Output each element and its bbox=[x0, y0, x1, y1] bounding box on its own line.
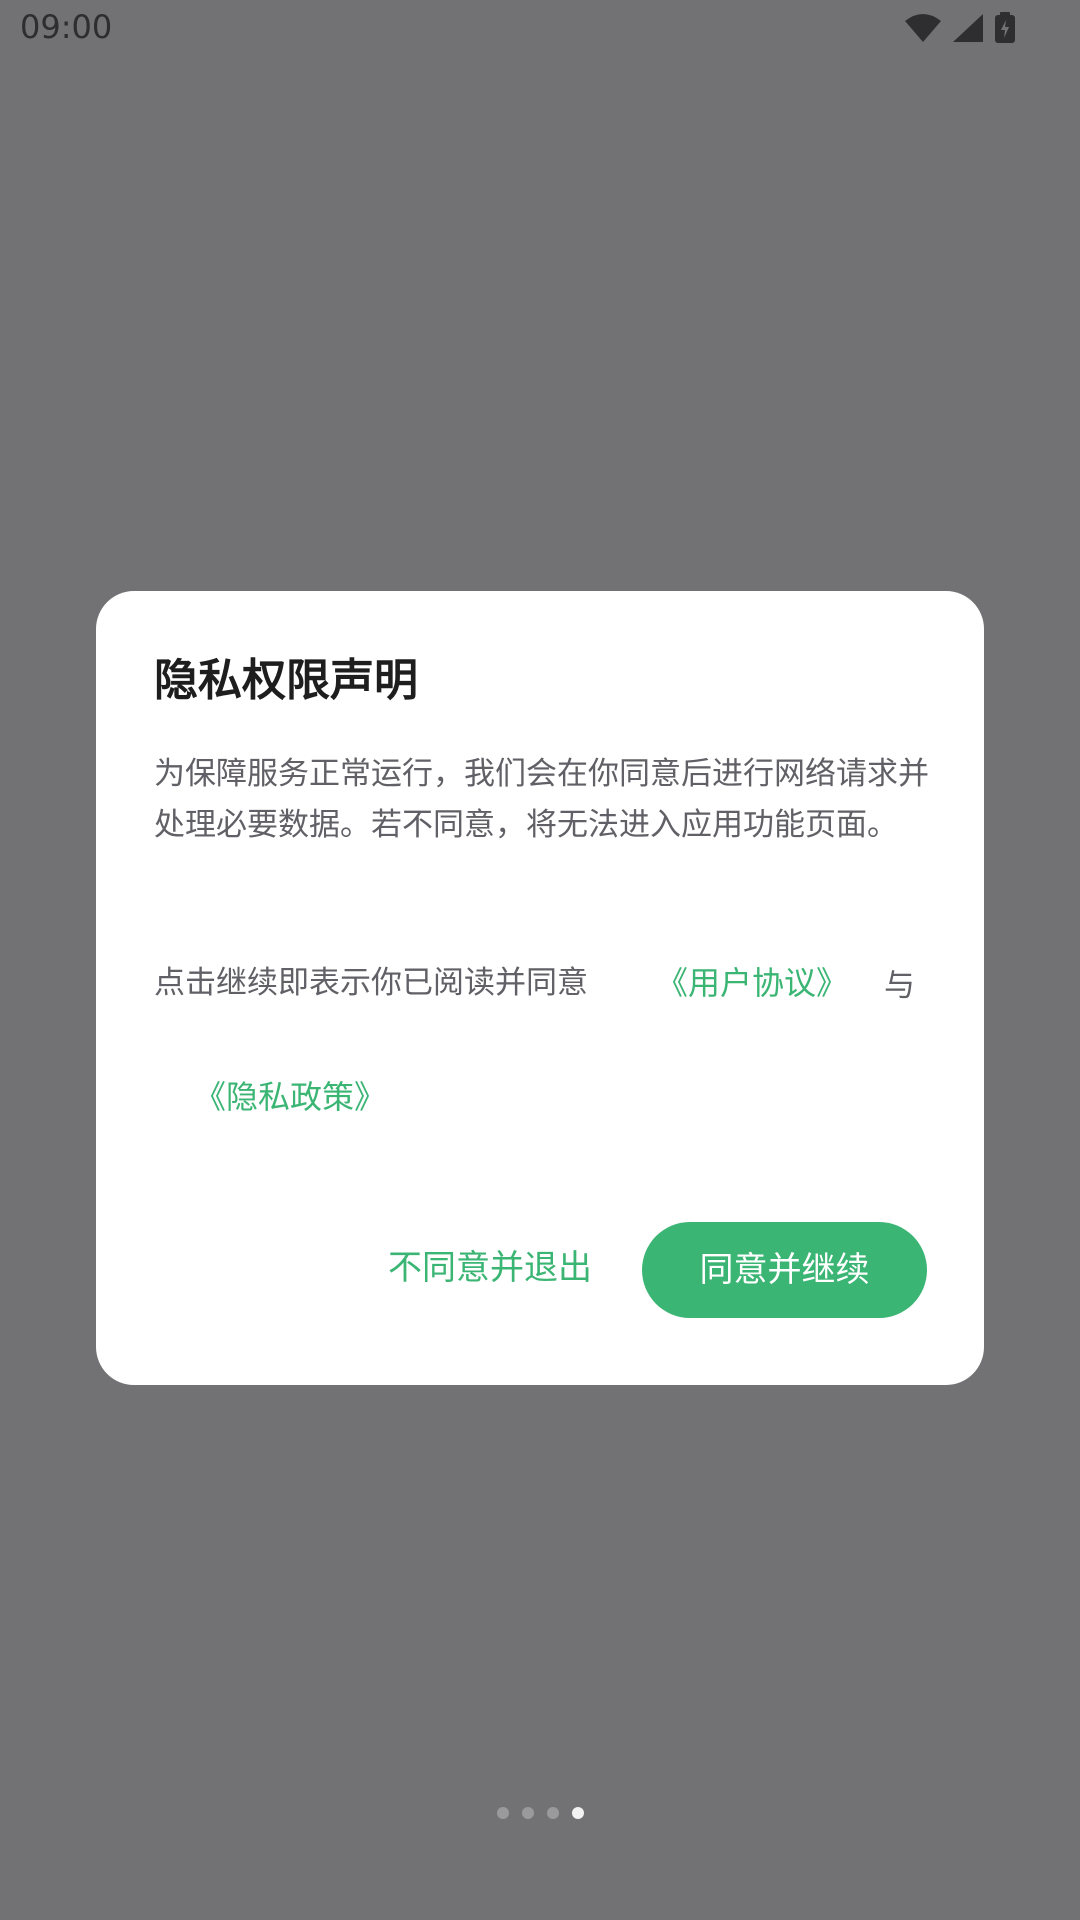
page-indicator bbox=[0, 1807, 1080, 1819]
user-agreement-link[interactable]: 《用户协议》 bbox=[656, 961, 848, 1005]
page-dot bbox=[546, 1807, 559, 1819]
status-time: 09:00 bbox=[20, 8, 113, 46]
wifi-icon bbox=[904, 13, 942, 43]
page-dot bbox=[496, 1807, 509, 1819]
and-text: 与 bbox=[884, 968, 915, 1004]
status-icons bbox=[904, 10, 1016, 46]
dialog-message: 为保障服务正常运行，我们会在你同意后进行网络请求并处理必要数据。若不同意，将无法… bbox=[154, 756, 929, 843]
page-dot bbox=[521, 1807, 534, 1819]
accept-continue-button[interactable]: 同意并继续 bbox=[642, 1222, 927, 1318]
privacy-policy-link[interactable]: 《隐私政策》 bbox=[194, 1075, 386, 1119]
decline-exit-button[interactable]: 不同意并退出 bbox=[388, 1243, 592, 1293]
status-bar: 09:00 bbox=[0, 0, 1080, 56]
cell-signal-icon bbox=[952, 13, 984, 43]
privacy-dialog: 隐私权限声明 为保障服务正常运行，我们会在你同意后进行网络请求并处理必要数据。若… bbox=[96, 591, 984, 1385]
dialog-title: 隐私权限声明 bbox=[154, 655, 418, 706]
page-dot-active bbox=[571, 1807, 584, 1819]
agree-prefix-text: 点击继续即表示你已阅读并同意 bbox=[154, 965, 588, 1001]
battery-charging-icon bbox=[994, 12, 1016, 44]
